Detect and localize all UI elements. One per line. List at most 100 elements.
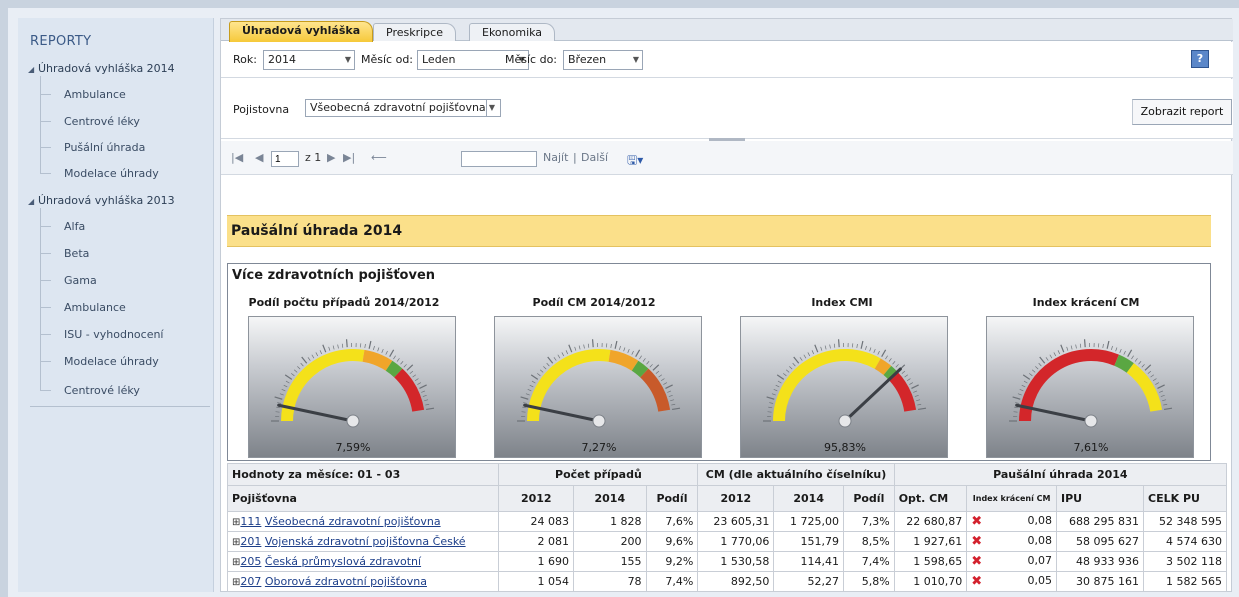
insurer-code-link[interactable]: 201 bbox=[240, 535, 261, 548]
table-cell: 52,27 bbox=[773, 571, 844, 592]
gauge-tick bbox=[561, 352, 565, 357]
insurer-name-link[interactable]: Oborová zdravotní pojišťovna bbox=[265, 575, 427, 588]
tab-ekonomika[interactable]: Ekonomika bbox=[469, 23, 556, 41]
gauge-tick bbox=[421, 390, 426, 393]
prev-page-icon[interactable]: ◀ bbox=[255, 151, 263, 164]
back-icon[interactable]: ⟵ bbox=[371, 151, 387, 164]
gauge-tick bbox=[1106, 340, 1110, 349]
table-cell: 1 725,00 bbox=[773, 511, 844, 532]
next-link[interactable]: Další bbox=[581, 151, 608, 164]
gauge-tick bbox=[1057, 350, 1061, 355]
find-input[interactable] bbox=[461, 151, 537, 167]
gauge-value: 7,61% bbox=[1073, 441, 1109, 454]
gauge-tick bbox=[1119, 348, 1122, 353]
insurer-cell[interactable]: ⊞111 Všeobecná zdravotní pojišťovna bbox=[226, 511, 500, 532]
gauge-tick bbox=[409, 370, 414, 374]
insurer-cell[interactable]: ⊞207 Oborová zdravotní pojišťovna bbox=[226, 571, 500, 592]
mesic-do-label: Měsíc do: bbox=[505, 53, 558, 66]
gauge-tick bbox=[892, 360, 896, 365]
gauge-tick bbox=[1160, 394, 1165, 397]
gauge-tick bbox=[1039, 356, 1046, 364]
data-table: Hodnoty za měsíce: 01 - 03 Počet případů… bbox=[226, 463, 1228, 592]
gauge-tick bbox=[1111, 345, 1113, 350]
insurer-name-link[interactable]: Česká průmyslová zdravotní bbox=[265, 555, 421, 568]
collapse-arrow-icon[interactable]: ◢ bbox=[28, 197, 38, 206]
gauge-tick bbox=[300, 362, 304, 367]
gauge-tick bbox=[1066, 346, 1069, 351]
pojistovna-select[interactable]: Všeobecná zdravotní pojišťovna ▼ bbox=[305, 99, 501, 117]
sidebar-item-alfa[interactable]: Alfa bbox=[64, 220, 85, 233]
gauge-tick bbox=[1075, 344, 1077, 349]
table-cell: 114,41 bbox=[773, 551, 844, 572]
gauge-tick bbox=[279, 393, 284, 396]
gauge-tick bbox=[1141, 364, 1145, 368]
gauge-band bbox=[394, 368, 425, 412]
tab-preskripce[interactable]: Preskripce bbox=[373, 23, 456, 41]
column-header: 2014 bbox=[773, 485, 844, 512]
sidebar-item-isu[interactable]: ISU - vyhodnocení bbox=[64, 328, 164, 341]
find-link[interactable]: Najít bbox=[543, 151, 568, 164]
next-page-icon[interactable]: ▶ bbox=[327, 151, 335, 164]
gauge-tick bbox=[824, 345, 827, 350]
rok-select[interactable]: 2014 ▼ bbox=[263, 50, 355, 70]
gauge-hub bbox=[838, 414, 852, 428]
insurer-cell[interactable]: ⊞205 Česká průmyslová zdravotní bbox=[226, 551, 500, 572]
gauge-tick bbox=[337, 344, 339, 349]
insurer-cell[interactable]: ⊞201 Vojenská zdravotní pojišťovna České bbox=[226, 531, 500, 552]
sidebar-item-centrove-2013[interactable]: Centrové léky bbox=[64, 384, 140, 397]
tree-group-2013[interactable]: ◢ Úhradová vyhláška 2013 bbox=[28, 194, 175, 207]
page-number-input[interactable] bbox=[271, 151, 299, 167]
sidebar-item-ambulance[interactable]: Ambulance bbox=[64, 88, 126, 101]
export-icon[interactable]: 🖫▾ bbox=[627, 151, 643, 172]
tab-uhradova-vyhlaska[interactable]: Úhradová vyhláška bbox=[229, 21, 374, 42]
table-cell: 4 574 630 bbox=[1143, 531, 1227, 552]
gauge-tick bbox=[546, 362, 550, 367]
gauge-tick bbox=[631, 350, 634, 355]
first-page-icon[interactable]: |◀ bbox=[231, 151, 243, 164]
gauge-tick bbox=[1014, 406, 1019, 409]
gauge-tick bbox=[1147, 370, 1152, 374]
gauge-tick bbox=[529, 384, 534, 388]
insurer-name-link[interactable]: Všeobecná zdravotní pojišťovna bbox=[265, 515, 441, 528]
gauge-tick bbox=[1035, 366, 1039, 370]
last-page-icon[interactable]: ▶| bbox=[343, 151, 355, 164]
tree-group-2014[interactable]: ◢ Úhradová vyhláška 2014 bbox=[28, 62, 175, 75]
table-cell: 7,4% bbox=[843, 551, 895, 572]
sidebar-item-modelace-uhrady[interactable]: Modelace úhrady bbox=[64, 167, 159, 180]
sidebar-item-gama[interactable]: Gama bbox=[64, 274, 97, 287]
sidebar-item-beta[interactable]: Beta bbox=[64, 247, 89, 260]
table-group-header: Počet případů bbox=[498, 463, 699, 486]
sidebar-item-centrove-leky[interactable]: Centrové léky bbox=[64, 115, 140, 128]
mesic-od-label: Měsíc od: bbox=[361, 53, 414, 66]
gauge-tick bbox=[776, 374, 785, 380]
help-button[interactable]: ? bbox=[1191, 50, 1209, 68]
gauge-tick bbox=[307, 357, 311, 361]
table-cell: 155 bbox=[573, 551, 647, 572]
gauge-tick bbox=[396, 358, 400, 362]
gauge-tick bbox=[1134, 358, 1138, 362]
gauge-tick bbox=[406, 364, 414, 371]
insurer-code-link[interactable]: 111 bbox=[240, 515, 261, 528]
gauge-tick bbox=[285, 380, 290, 384]
collapse-arrow-icon[interactable]: ◢ bbox=[28, 65, 38, 74]
gauge-3-svg bbox=[1009, 339, 1173, 428]
table-cell: ✖ 0,08 bbox=[966, 511, 1057, 532]
insurer-code-link[interactable]: 207 bbox=[240, 575, 261, 588]
table-cell: 24 083 bbox=[498, 511, 575, 532]
insurer-name-link[interactable]: Vojenská zdravotní pojišťovna České bbox=[265, 535, 466, 548]
gauge-tick bbox=[400, 360, 404, 365]
gauge-tick bbox=[901, 370, 906, 374]
sidebar-item-pusalni-uhrada[interactable]: Pušální úhrada bbox=[64, 141, 145, 154]
gauge-tick bbox=[1031, 369, 1036, 373]
gauge-0-svg bbox=[271, 339, 435, 428]
gauge-tick bbox=[322, 344, 327, 353]
mesic-do-select[interactable]: Březen ▼ bbox=[563, 50, 643, 70]
sidebar-item-modelace-2013[interactable]: Modelace úhrady bbox=[64, 355, 159, 368]
insurer-code-link[interactable]: 205 bbox=[240, 555, 261, 568]
red-x-icon: ✖ bbox=[971, 554, 983, 569]
sidebar-item-ambulance-2013[interactable]: Ambulance bbox=[64, 301, 126, 314]
column-header: Podíl bbox=[843, 485, 895, 512]
gauge-band bbox=[385, 360, 403, 378]
sidebar: REPORTY ◢ Úhradová vyhláška 2014 Ambulanc… bbox=[18, 18, 214, 592]
show-report-button[interactable]: Zobrazit report bbox=[1132, 99, 1232, 125]
